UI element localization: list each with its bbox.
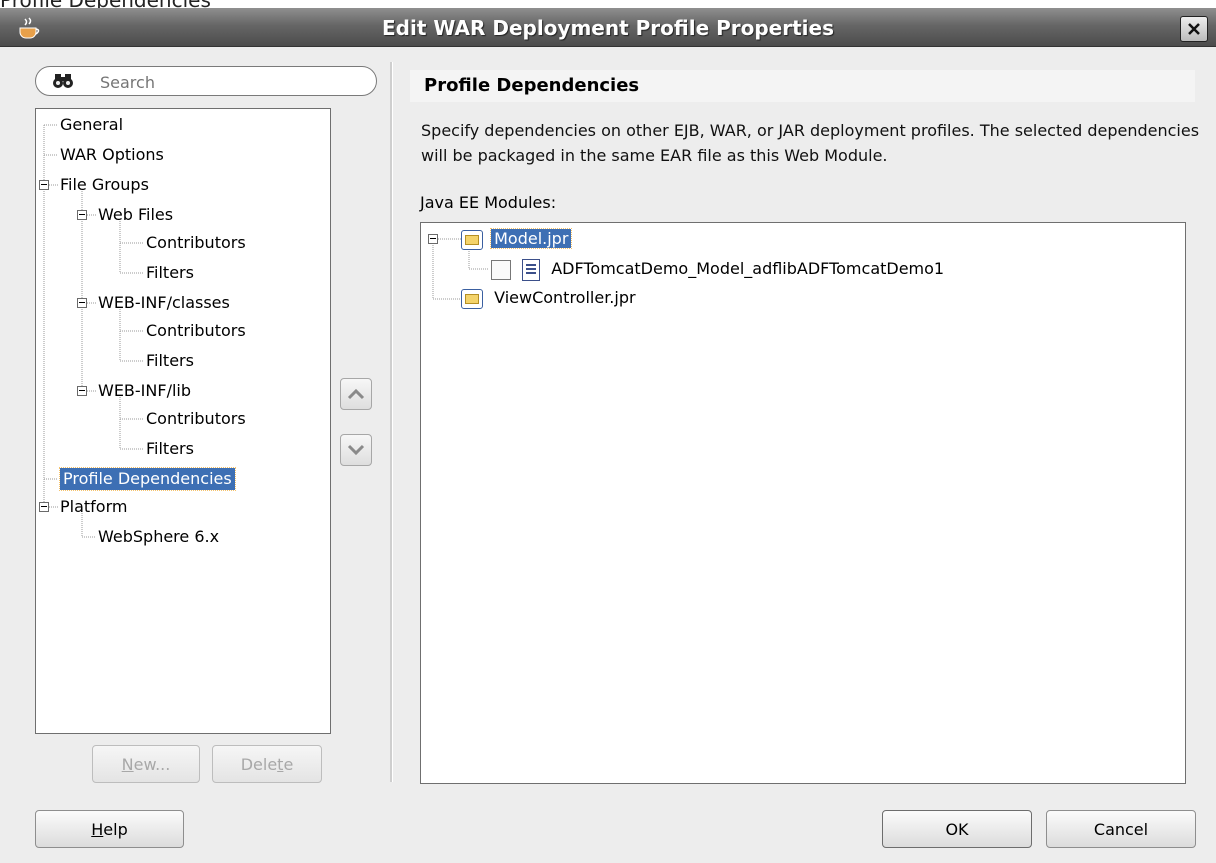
tree-item-web-inf-classes[interactable]: WEB-INF/classes — [98, 292, 230, 314]
java-ee-modules-tree[interactable]: Model.jpr ADFTomcatDemo_Model_adflibADFT… — [420, 222, 1186, 784]
title-bar[interactable]: Edit WAR Deployment Profile Properties — [0, 8, 1216, 47]
delete-label-rest: e — [283, 754, 294, 774]
tree-item-lib-filters[interactable]: Filters — [146, 438, 194, 460]
panel-splitter[interactable] — [390, 62, 393, 782]
tree-item-file-groups[interactable]: File Groups — [60, 174, 149, 196]
dialog-title: Edit WAR Deployment Profile Properties — [381, 16, 834, 40]
module-item-adf-library[interactable]: ADFTomcatDemo_Model_adflibADFTomcatDemo1 — [491, 258, 945, 281]
tree-item-web-inf-lib[interactable]: WEB-INF/lib — [98, 380, 191, 402]
tree-item-classes-filters[interactable]: Filters — [146, 350, 194, 372]
search-input[interactable] — [98, 71, 362, 93]
background-window-text: Profile Dependencies — [0, 0, 211, 8]
cancel-label: Cancel — [1093, 819, 1149, 839]
collapse-icon[interactable] — [428, 234, 438, 244]
chevron-down-icon — [347, 444, 365, 456]
new-label-rest: ew... — [133, 754, 171, 774]
close-icon — [1188, 23, 1200, 35]
close-button[interactable] — [1180, 16, 1208, 42]
tree-item-classes-contributors[interactable]: Contributors — [146, 320, 246, 342]
include-checkbox[interactable] — [491, 259, 511, 280]
module-item-model[interactable]: Model.jpr — [461, 228, 573, 250]
panel-header: Profile Dependencies — [410, 70, 1195, 102]
tree-item-web-files[interactable]: Web Files — [98, 204, 173, 226]
collapse-icon[interactable] — [39, 180, 49, 190]
search-field[interactable] — [35, 66, 377, 96]
navigation-tree[interactable]: General WAR Options File Groups Web File… — [35, 108, 331, 734]
chevron-up-icon — [347, 388, 365, 400]
module-label-viewcontroller: ViewController.jpr — [494, 288, 636, 307]
help-label-rest: elp — [103, 819, 128, 839]
tree-item-websphere[interactable]: WebSphere 6.x — [98, 526, 219, 548]
module-label-adf-library: ADFTomcatDemo_Model_adflibADFTomcatDemo1 — [551, 259, 945, 278]
ok-button[interactable]: OK — [882, 810, 1032, 848]
help-mnemonic: H — [91, 819, 104, 839]
move-down-button[interactable] — [340, 434, 372, 466]
move-up-button[interactable] — [340, 378, 372, 410]
background-window-strip: Profile Dependencies — [0, 0, 1216, 8]
help-button[interactable]: Help — [35, 810, 184, 848]
collapse-icon[interactable] — [39, 502, 49, 512]
tree-item-web-files-filters[interactable]: Filters — [146, 262, 194, 284]
java-ee-modules-label: Java EE Modules: — [420, 193, 556, 212]
new-mnemonic: N — [121, 754, 134, 774]
delete-button[interactable]: Dele t e — [212, 745, 322, 783]
new-button[interactable]: New... — [92, 745, 200, 783]
tree-item-platform[interactable]: Platform — [60, 496, 127, 518]
panel-description: Specify dependencies on other EJB, WAR, … — [421, 121, 1200, 165]
tree-item-war-options[interactable]: WAR Options — [60, 144, 164, 166]
tree-item-profile-dependencies[interactable]: Profile Dependencies — [59, 467, 236, 491]
project-folder-icon — [461, 288, 483, 309]
module-item-viewcontroller[interactable]: ViewController.jpr — [461, 287, 636, 309]
binoculars-icon — [53, 74, 73, 88]
project-folder-icon — [461, 229, 483, 250]
collapse-icon[interactable] — [77, 210, 87, 220]
deployment-profile-icon — [522, 258, 541, 281]
panel-title: Profile Dependencies — [424, 75, 640, 96]
tree-item-web-files-contributors[interactable]: Contributors — [146, 232, 246, 254]
tree-item-lib-contributors[interactable]: Contributors — [146, 408, 246, 430]
collapse-icon[interactable] — [77, 386, 87, 396]
modules-label-rest: ava EE Modules: — [424, 193, 557, 212]
collapse-icon[interactable] — [77, 298, 87, 308]
ok-label: OK — [945, 819, 969, 839]
tree-item-general[interactable]: General — [60, 114, 123, 136]
delete-label-prefix: Dele — [240, 754, 278, 774]
cancel-button[interactable]: Cancel — [1046, 810, 1196, 848]
module-label-model: Model.jpr — [490, 228, 573, 249]
